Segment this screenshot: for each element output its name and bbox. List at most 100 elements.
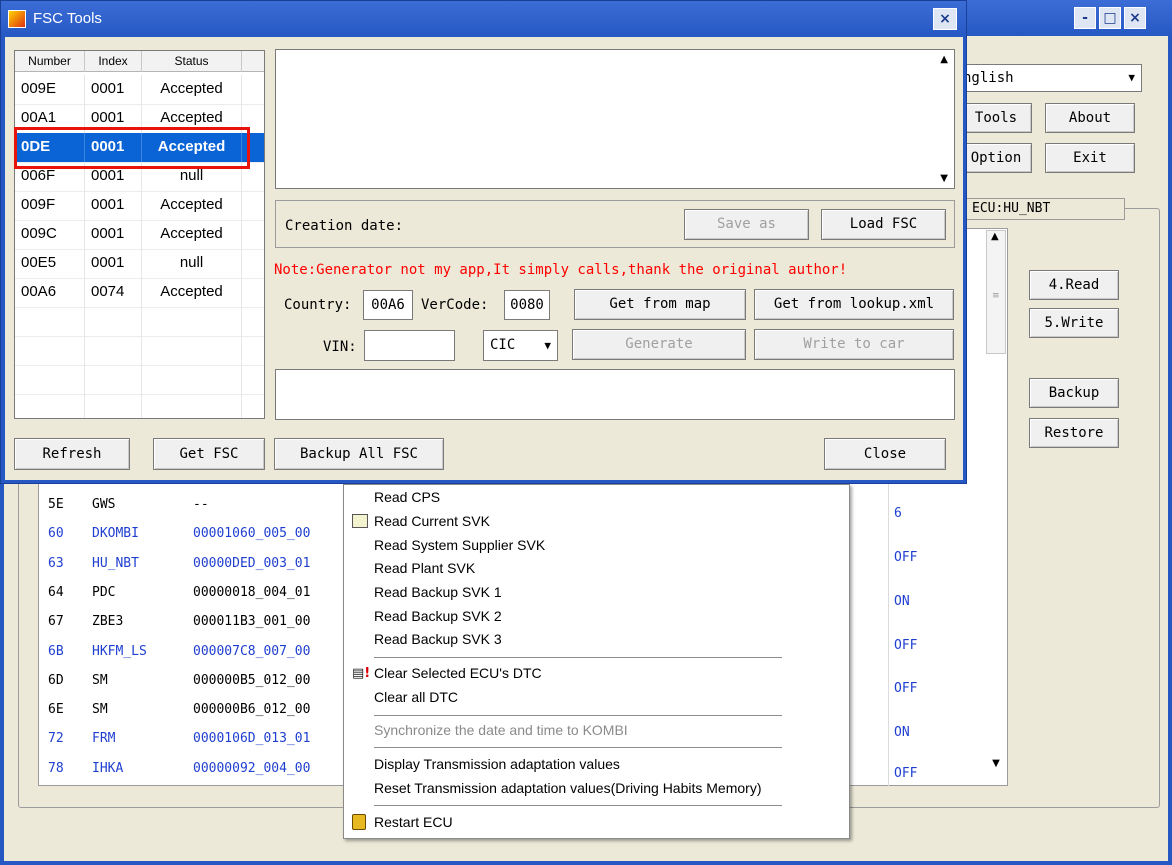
- write-to-car-button[interactable]: Write to car: [754, 329, 954, 360]
- fsc-cell-number: 009C: [15, 220, 85, 249]
- save-as-button[interactable]: Save as: [684, 209, 809, 240]
- menu-clear-selected-dtc[interactable]: Clear Selected ECU's DTC: [374, 665, 542, 681]
- close-button[interactable]: Close: [824, 438, 946, 470]
- fsc-list[interactable]: Number Index Status 009E 0001 Accepted 00A1…: [14, 50, 265, 419]
- refresh-button[interactable]: Refresh: [14, 438, 130, 470]
- get-fsc-button[interactable]: Get FSC: [153, 438, 265, 470]
- creation-date-label: Creation date:: [285, 218, 404, 234]
- menu-clear-all-dtc[interactable]: Clear all DTC: [374, 689, 458, 705]
- unit-value: CIC: [490, 337, 516, 353]
- fsc-empty-row: [15, 365, 264, 395]
- scroll-down-icon: ▼: [940, 173, 948, 184]
- menu-sync-kombi[interactable]: Synchronize the date and time to KOMBI: [374, 722, 628, 738]
- fsc-cell-number: 009F: [15, 191, 85, 220]
- vercode-input[interactable]: 0080: [504, 290, 550, 320]
- vin-label: VIN:: [323, 339, 357, 355]
- context-menu: Read CPS Read Current SVK Read System Su…: [343, 484, 850, 839]
- fsc-empty-cell: [142, 307, 242, 336]
- fsc-app-icon: [8, 10, 26, 28]
- country-label: Country:: [284, 297, 352, 313]
- tools-button[interactable]: Tools: [960, 103, 1032, 133]
- fsc-cell-index: 0074: [85, 278, 142, 307]
- menu-separator: [374, 657, 782, 658]
- clear-dtc-icon: ▤!: [352, 666, 371, 681]
- fsc-empty-cell: [142, 394, 242, 418]
- menu-read-backup-svk1[interactable]: Read Backup SVK 1: [374, 584, 502, 600]
- ecu-cell-name: FRM: [92, 731, 116, 747]
- fsc-empty-cell: [142, 365, 242, 394]
- fsc-empty-cell: [15, 307, 85, 336]
- menu-read-plant-svk[interactable]: Read Plant SVK: [374, 560, 475, 576]
- fsc-table-row[interactable]: 00A6 0074 Accepted: [15, 278, 264, 308]
- fsc-empty-cell: [15, 365, 85, 394]
- fsc-titlebar: [1, 1, 966, 37]
- write-button[interactable]: 5.Write: [1029, 308, 1119, 338]
- fsc-table-row[interactable]: 009C 0001 Accepted: [15, 220, 264, 250]
- fsc-empty-row: [15, 307, 264, 337]
- about-button[interactable]: About: [1045, 103, 1135, 133]
- country-input[interactable]: 00A6: [363, 290, 413, 320]
- ecu-cell-addr: 78: [48, 760, 64, 776]
- generate-button[interactable]: Generate: [572, 329, 746, 360]
- backup-all-fsc-button[interactable]: Backup All FSC: [274, 438, 444, 470]
- chevron-down-icon: ▼: [544, 339, 551, 352]
- fsc-table-row[interactable]: 009E 0001 Accepted: [15, 75, 264, 105]
- ecu-status-value: ON: [894, 594, 910, 609]
- ecu-cell-name: ZBE3: [92, 614, 124, 630]
- ecu-cell-svk: 000000B6_012_00: [193, 702, 311, 718]
- get-from-map-button[interactable]: Get from map: [574, 289, 746, 320]
- option-button[interactable]: Option: [960, 143, 1032, 173]
- chevron-down-icon: ▼: [1128, 71, 1135, 84]
- ecu-cell-name: DKOMBI: [92, 526, 139, 542]
- ecu-cell-svk: 00000018_004_01: [193, 584, 311, 600]
- menu-separator: [374, 715, 782, 716]
- menu-separator: [374, 805, 782, 806]
- ecu-cell-addr: 60: [48, 526, 64, 542]
- ecu-cell-addr: 67: [48, 614, 64, 630]
- fsc-close-icon[interactable]: ×: [933, 8, 957, 30]
- ecu-status-value: OFF: [894, 681, 918, 696]
- menu-read-supplier-svk[interactable]: Read System Supplier SVK: [374, 537, 545, 553]
- ecu-cell-name: PDC: [92, 584, 116, 600]
- fsc-output-textarea[interactable]: ▲ ▼: [275, 49, 955, 189]
- menu-read-backup-svk3[interactable]: Read Backup SVK 3: [374, 631, 502, 647]
- restore-button[interactable]: Restore: [1029, 418, 1119, 448]
- fsc-log-textarea[interactable]: [275, 369, 955, 420]
- ecu-status-value: OFF: [894, 766, 918, 781]
- maximize-icon[interactable]: □: [1099, 7, 1121, 29]
- ecu-cell-addr: 6D: [48, 672, 64, 688]
- col-index-header[interactable]: Index: [85, 51, 142, 72]
- fsc-title: FSC Tools: [33, 10, 102, 27]
- restart-icon: [352, 814, 366, 830]
- menu-read-current-svk[interactable]: Read Current SVK: [374, 513, 490, 529]
- menu-display-transmission[interactable]: Display Transmission adaptation values: [374, 756, 620, 772]
- menu-read-cps[interactable]: Read CPS: [374, 489, 440, 505]
- close-icon[interactable]: ×: [1124, 7, 1146, 29]
- fsc-table-row[interactable]: 009F 0001 Accepted: [15, 191, 264, 221]
- note-text: Note:Generator not my app,It simply call…: [274, 262, 848, 278]
- ecu-list-scrollbar[interactable]: ▲ ≡: [986, 230, 1006, 354]
- read-button[interactable]: 4.Read: [1029, 270, 1119, 300]
- language-select[interactable]: nglish ▼: [950, 64, 1142, 92]
- fsc-empty-cell: [142, 336, 242, 365]
- vercode-label: VerCode:: [421, 297, 489, 313]
- menu-separator: [374, 747, 782, 748]
- fsc-empty-cell: [15, 394, 85, 418]
- fsc-cell-index: 0001: [85, 191, 142, 220]
- menu-reset-transmission[interactable]: Reset Transmission adaptation values(Dri…: [374, 780, 761, 796]
- fsc-cell-status: null: [142, 249, 242, 278]
- menu-restart-ecu[interactable]: Restart ECU: [374, 814, 453, 830]
- backup-button[interactable]: Backup: [1029, 378, 1119, 408]
- col-status-header[interactable]: Status: [142, 51, 242, 72]
- minimize-icon[interactable]: -: [1074, 7, 1096, 29]
- get-from-lookup-button[interactable]: Get from lookup.xml: [754, 289, 954, 320]
- selection-highlight-box: [14, 127, 250, 169]
- ecu-list-scroll-down[interactable]: ▼: [986, 754, 1006, 774]
- col-number-header[interactable]: Number: [15, 51, 85, 72]
- vin-input[interactable]: [364, 330, 455, 361]
- unit-select[interactable]: CIC ▼: [483, 330, 558, 361]
- menu-read-backup-svk2[interactable]: Read Backup SVK 2: [374, 608, 502, 624]
- load-fsc-button[interactable]: Load FSC: [821, 209, 946, 240]
- exit-button[interactable]: Exit: [1045, 143, 1135, 173]
- fsc-table-row[interactable]: 00E5 0001 null: [15, 249, 264, 279]
